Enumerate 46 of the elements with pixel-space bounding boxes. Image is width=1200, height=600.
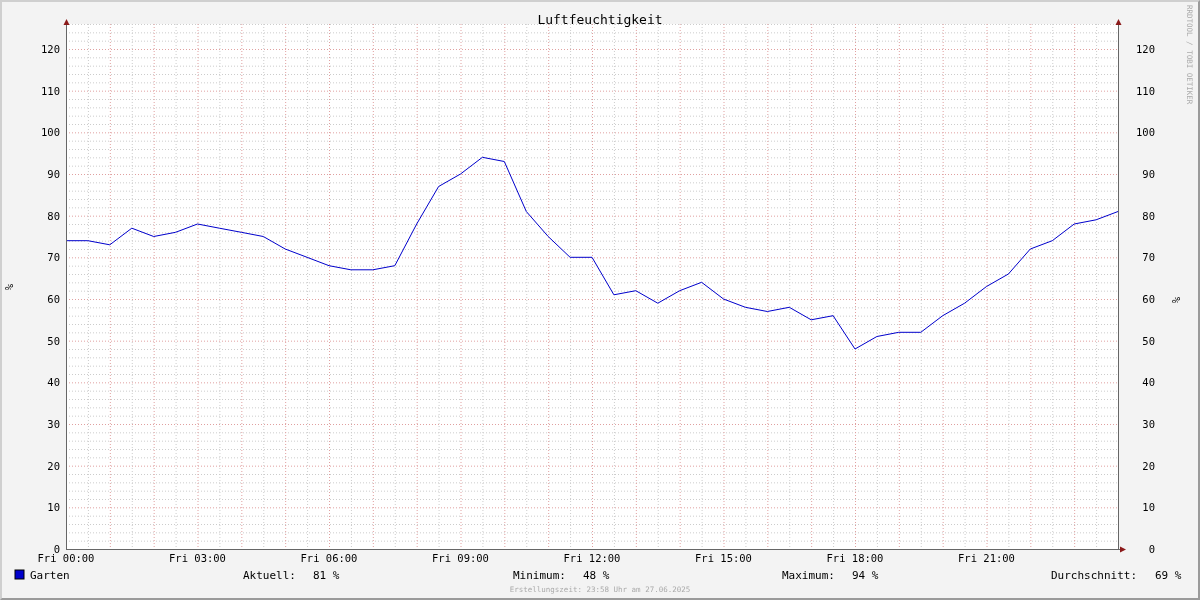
stat-value: 81 % bbox=[313, 569, 340, 582]
y-tick-label: 0 bbox=[53, 543, 60, 555]
x-tick-label: Fri 18:00 bbox=[826, 552, 884, 564]
legend-label: Garten bbox=[30, 569, 70, 582]
y-tick-label: 40 bbox=[47, 376, 60, 389]
y-tick-label: 120 bbox=[41, 43, 60, 55]
y-tick-label: 20 bbox=[47, 459, 60, 472]
y-tick-label: 100 bbox=[1136, 126, 1155, 139]
y-tick-label: 10 bbox=[1142, 501, 1155, 514]
y-tick-label: 10 bbox=[47, 501, 60, 514]
y-tick-label: 70 bbox=[47, 251, 60, 264]
y-tick-label: 80 bbox=[47, 209, 60, 222]
stat-label: Durchschnitt: bbox=[1051, 569, 1138, 582]
y-tick-label: 0 bbox=[1148, 543, 1155, 555]
chart-title: Luftfeuchtigkeit bbox=[537, 12, 663, 27]
stat-label: Minimum: bbox=[513, 569, 566, 582]
y-tick-label: 100 bbox=[41, 126, 60, 139]
y-tick-label: 60 bbox=[47, 293, 60, 305]
y-tick-label: 120 bbox=[1136, 43, 1155, 55]
y-tick-label: 30 bbox=[1142, 418, 1155, 430]
x-tick-label: Fri 09:00 bbox=[432, 552, 489, 564]
y-tick-label: 40 bbox=[1142, 376, 1155, 389]
y-tick-label: 80 bbox=[1142, 209, 1155, 222]
stat-label: Aktuell: bbox=[243, 569, 296, 582]
y-tick-label: 90 bbox=[1142, 168, 1155, 180]
y-axis-label: % bbox=[3, 283, 15, 291]
y-tick-label: 110 bbox=[1136, 84, 1155, 97]
x-tick-label: Fri 03:00 bbox=[169, 552, 226, 564]
y-tick-label: 30 bbox=[47, 418, 60, 430]
y-tick-label: 50 bbox=[47, 334, 60, 347]
x-tick-label: Fri 12:00 bbox=[563, 552, 621, 564]
x-tick-label: Fri 00:00 bbox=[37, 552, 95, 564]
x-tick-label: Fri 15:00 bbox=[695, 552, 752, 564]
x-tick-label: Fri 21:00 bbox=[958, 552, 1015, 564]
stat-label: Maximum: bbox=[782, 569, 835, 582]
stat-value: 69 % bbox=[1155, 569, 1182, 582]
x-tick-label: Fri 06:00 bbox=[300, 552, 358, 564]
y-axis-label: % bbox=[1170, 296, 1182, 304]
y-tick-label: 70 bbox=[1142, 251, 1155, 264]
y-tick-label: 50 bbox=[1142, 334, 1155, 347]
y-tick-label: 20 bbox=[1142, 459, 1155, 472]
y-tick-label: 90 bbox=[47, 168, 60, 180]
stat-value: 94 % bbox=[852, 569, 879, 582]
y-tick-label: 60 bbox=[1142, 293, 1155, 305]
y-tick-label: 110 bbox=[41, 84, 60, 97]
stat-value: 48 % bbox=[583, 569, 610, 582]
